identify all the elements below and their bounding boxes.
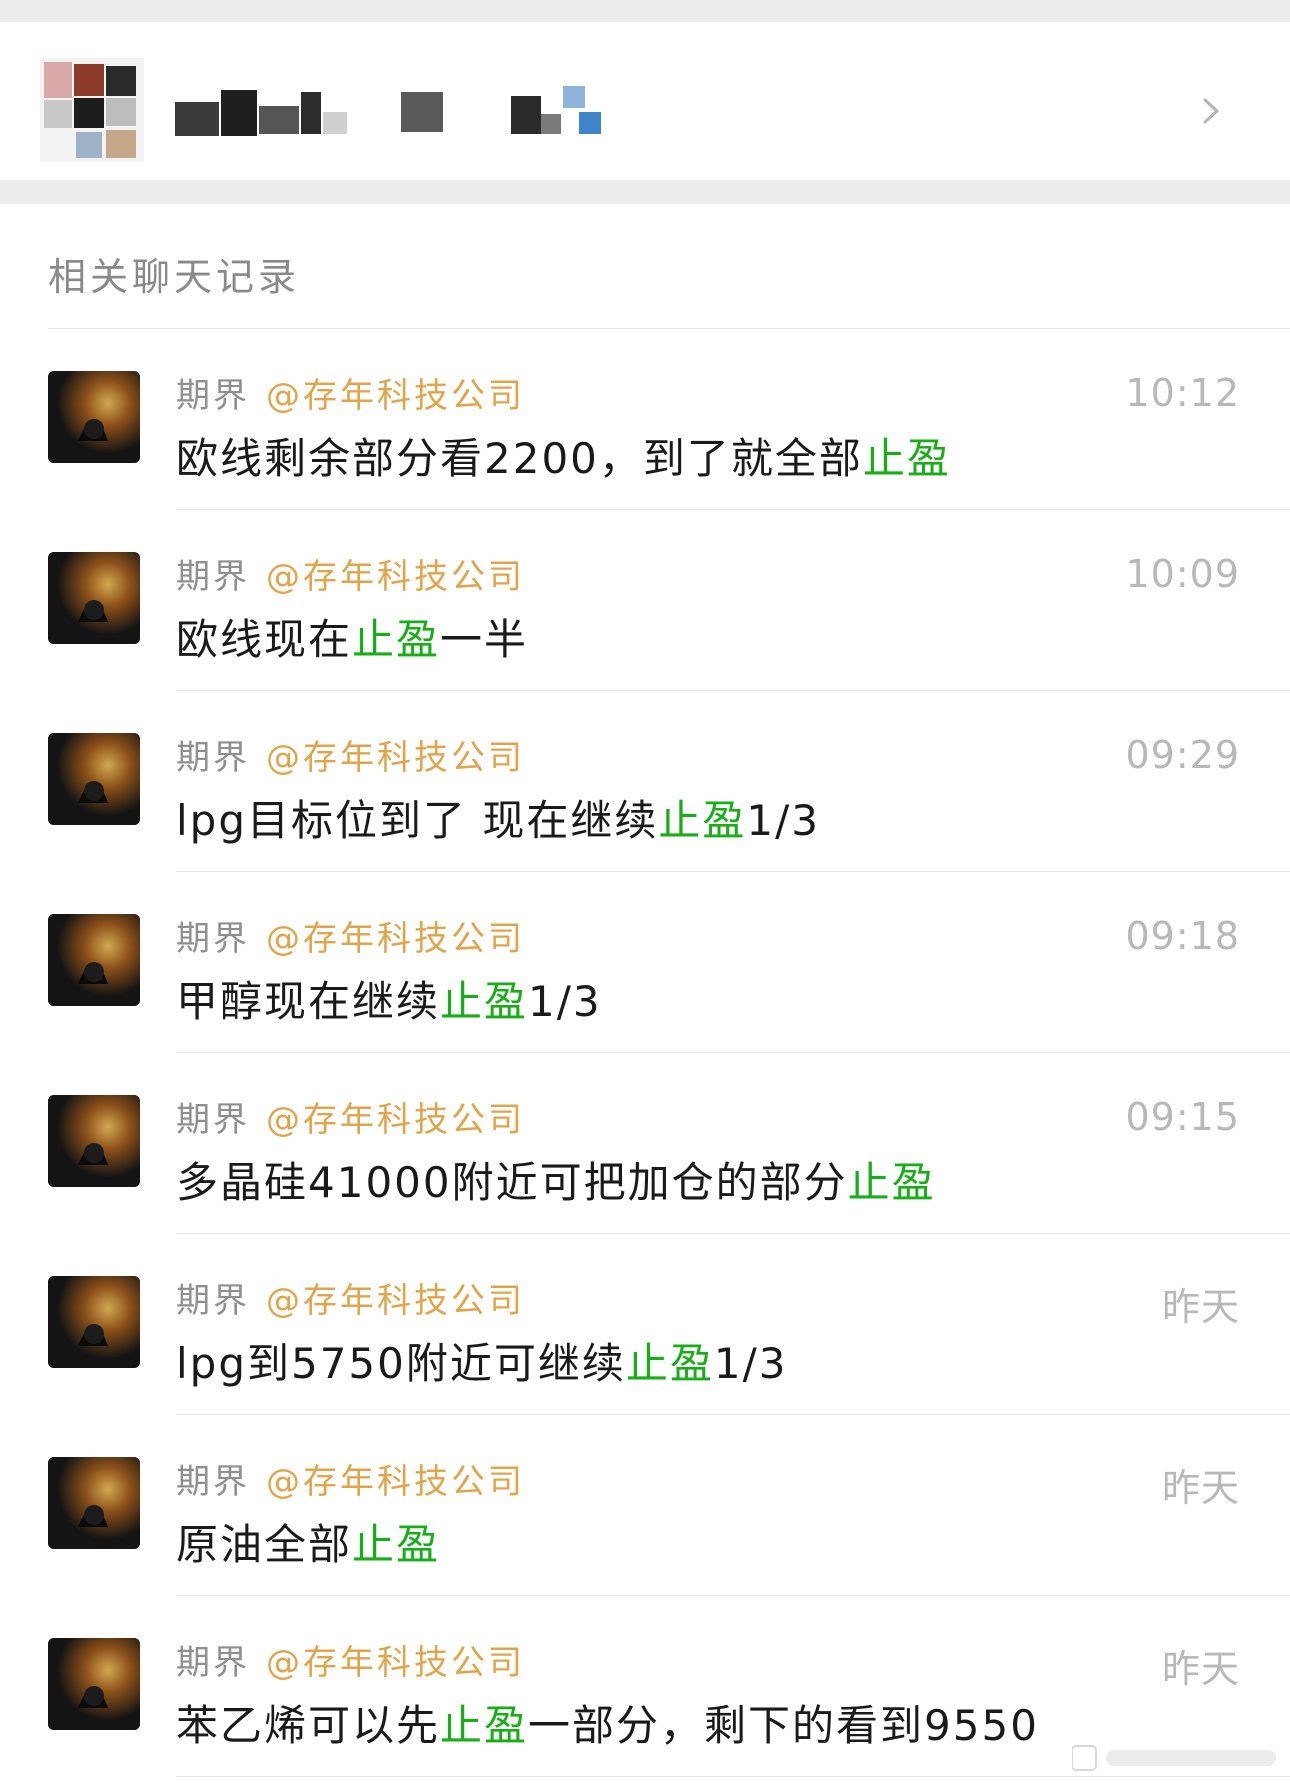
sender-line: 期界 @存年科技公司 xyxy=(176,916,525,962)
chat-record-row[interactable]: 期界 @存年科技公司 09:18 甲醇现在继续止盈1/3 xyxy=(0,872,1290,1053)
keyword-highlight: 止盈 xyxy=(658,796,747,845)
sender-line: 期界 @存年科技公司 xyxy=(176,373,525,419)
user-avatar[interactable] xyxy=(48,1276,140,1368)
mention-tag: @存年科技公司 xyxy=(266,557,525,597)
message-time: 09:18 xyxy=(1125,914,1240,958)
mention-tag: @存年科技公司 xyxy=(266,738,525,778)
message-text: 原油全部止盈 xyxy=(176,1517,440,1573)
sender-line: 期界 @存年科技公司 xyxy=(176,554,525,600)
message-text-before: 苯乙烯可以先 xyxy=(176,1701,441,1750)
message-text-before: lpg到5750附近可继续 xyxy=(176,1339,626,1388)
message-text-before: 欧线现在 xyxy=(176,615,353,664)
group-avatar xyxy=(40,58,144,162)
watermark-mark xyxy=(1072,1745,1276,1771)
chat-record-row[interactable]: 期界 @存年科技公司 10:09 欧线现在止盈一半 xyxy=(0,510,1290,691)
section-title: 相关聊天记录 xyxy=(48,255,301,299)
message-text-after: 一部分，剩下的看到9550 xyxy=(528,1701,1039,1750)
message-text: lpg目标位到了 现在继续止盈1/3 xyxy=(176,793,820,849)
message-text-after: 一半 xyxy=(440,615,529,664)
sender-name: 期界 xyxy=(176,376,250,416)
message-text-before: 甲醇现在继续 xyxy=(176,977,441,1026)
user-avatar[interactable] xyxy=(48,1457,140,1549)
chevron-right-icon xyxy=(1203,98,1219,124)
mention-tag: @存年科技公司 xyxy=(266,919,525,959)
message-text: 欧线剩余部分看2200，到了就全部止盈 xyxy=(176,431,951,487)
user-avatar[interactable] xyxy=(48,1638,140,1730)
sender-name: 期界 xyxy=(176,1100,250,1140)
message-text: 欧线现在止盈一半 xyxy=(176,612,528,668)
message-text-before: 欧线剩余部分看2200，到了就全部 xyxy=(176,434,863,483)
message-text-after: 1/3 xyxy=(746,796,820,845)
keyword-highlight: 止盈 xyxy=(440,1701,529,1750)
message-text-before: 多晶硅41000附近可把加仓的部分 xyxy=(176,1158,848,1207)
sender-line: 期界 @存年科技公司 xyxy=(176,735,525,781)
keyword-highlight: 止盈 xyxy=(352,615,441,664)
message-text-before: 原油全部 xyxy=(176,1520,353,1569)
user-avatar[interactable] xyxy=(48,733,140,825)
message-time: 昨天 xyxy=(1161,1285,1240,1329)
keyword-highlight: 止盈 xyxy=(440,977,529,1026)
mention-tag: @存年科技公司 xyxy=(266,1643,525,1683)
sender-name: 期界 xyxy=(176,1281,250,1321)
sender-name: 期界 xyxy=(176,919,250,959)
sender-line: 期界 @存年科技公司 xyxy=(176,1097,525,1143)
chat-record-row[interactable]: 期界 @存年科技公司 昨天原油全部止盈 xyxy=(0,1415,1290,1596)
message-text-before: lpg目标位到了 现在继续 xyxy=(176,796,659,845)
message-text: lpg到5750附近可继续止盈1/3 xyxy=(176,1336,788,1392)
mention-tag: @存年科技公司 xyxy=(266,1281,525,1321)
message-time: 10:12 xyxy=(1125,371,1240,415)
section-separator xyxy=(0,180,1290,204)
user-avatar[interactable] xyxy=(48,914,140,1006)
chat-record-row[interactable]: 期界 @存年科技公司 10:12 欧线剩余部分看2200，到了就全部止盈 xyxy=(0,329,1290,510)
message-time: 10:09 xyxy=(1125,552,1240,596)
message-text-after: 1/3 xyxy=(528,977,602,1026)
keyword-highlight: 止盈 xyxy=(352,1520,441,1569)
sender-line: 期界 @存年科技公司 xyxy=(176,1640,525,1686)
row-divider xyxy=(176,1776,1290,1777)
user-avatar[interactable] xyxy=(48,1095,140,1187)
keyword-highlight: 止盈 xyxy=(847,1158,936,1207)
message-text: 多晶硅41000附近可把加仓的部分止盈 xyxy=(176,1155,936,1211)
mention-tag: @存年科技公司 xyxy=(266,1462,525,1502)
keyword-highlight: 止盈 xyxy=(625,1339,714,1388)
mention-tag: @存年科技公司 xyxy=(266,1100,525,1140)
sender-name: 期界 xyxy=(176,738,250,778)
message-text-after: 1/3 xyxy=(713,1339,788,1388)
mention-tag: @存年科技公司 xyxy=(266,376,525,416)
top-strip xyxy=(0,0,1290,22)
message-time: 昨天 xyxy=(1161,1466,1240,1510)
message-time: 09:29 xyxy=(1125,733,1240,777)
group-chat-card[interactable] xyxy=(0,22,1290,180)
sender-line: 期界 @存年科技公司 xyxy=(176,1278,525,1324)
sender-line: 期界 @存年科技公司 xyxy=(176,1459,525,1505)
group-name-pixelated xyxy=(175,82,635,144)
message-time: 昨天 xyxy=(1161,1647,1240,1691)
chat-record-row[interactable]: 期界 @存年科技公司 09:15 多晶硅41000附近可把加仓的部分止盈 xyxy=(0,1053,1290,1234)
message-text: 苯乙烯可以先止盈一部分，剩下的看到9550 xyxy=(176,1698,1039,1754)
message-time: 09:15 xyxy=(1125,1095,1240,1139)
keyword-highlight: 止盈 xyxy=(862,434,951,483)
chat-record-row[interactable]: 期界 @存年科技公司 09:29 lpg目标位到了 现在继续止盈1/3 xyxy=(0,691,1290,872)
user-avatar[interactable] xyxy=(48,552,140,644)
sender-name: 期界 xyxy=(176,557,250,597)
sender-name: 期界 xyxy=(176,1643,250,1683)
message-text: 甲醇现在继续止盈1/3 xyxy=(176,974,602,1030)
user-avatar[interactable] xyxy=(48,371,140,463)
chat-record-row[interactable]: 期界 @存年科技公司 昨天 lpg到5750附近可继续止盈1/3 xyxy=(0,1234,1290,1415)
sender-name: 期界 xyxy=(176,1462,250,1502)
